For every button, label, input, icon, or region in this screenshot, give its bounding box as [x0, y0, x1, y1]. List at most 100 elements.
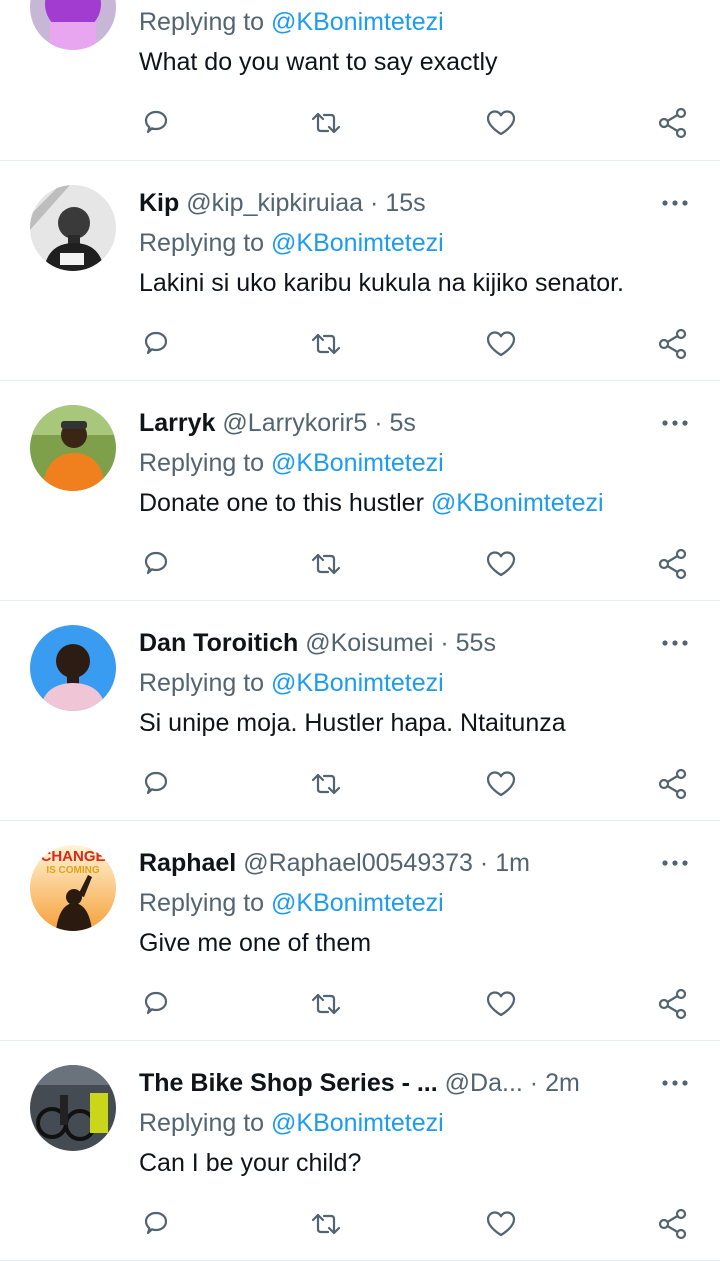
like-button[interactable] — [484, 547, 518, 581]
user-handle[interactable]: @Koisumei — [305, 629, 433, 657]
like-button[interactable] — [484, 106, 518, 140]
timestamp[interactable]: 55s — [456, 629, 496, 657]
share-icon — [658, 988, 687, 1020]
tweet-mention-link[interactable]: @KBonimtetezi — [431, 489, 604, 517]
share-button[interactable] — [656, 987, 690, 1021]
user-handle[interactable]: @kip_kipkiruiaa — [186, 189, 363, 217]
reply-mention-link[interactable]: @KBonimtetezi — [271, 229, 444, 257]
more-options-button[interactable] — [660, 853, 690, 873]
share-button[interactable] — [656, 547, 690, 581]
timestamp[interactable]: 5s — [390, 409, 416, 437]
avatar[interactable] — [30, 405, 116, 491]
user-handle[interactable]: @Larrykorir5 — [222, 409, 367, 437]
display-name[interactable]: Raphael — [139, 849, 236, 877]
timestamp[interactable]: 15s — [385, 189, 425, 217]
retweet-button[interactable] — [309, 987, 343, 1021]
reply-mention-link[interactable]: @KBonimtetezi — [271, 449, 444, 477]
reply-tweet[interactable]: Dan Toroitich @Koisumei · 55s Replying t… — [0, 601, 720, 821]
share-button[interactable] — [656, 327, 690, 361]
reply-tweet[interactable]: The Bike Shop Series - ... @Da... · 2m R… — [0, 1041, 720, 1261]
tweet-header: Larryk @Larrykorir5 · 5s — [139, 407, 639, 439]
avatar[interactable] — [30, 1065, 116, 1151]
more-icon — [662, 200, 688, 206]
tweet-actions — [139, 767, 699, 801]
reply-mention-link[interactable]: @KBonimtetezi — [271, 1109, 444, 1137]
heart-icon — [486, 1211, 516, 1237]
replying-to: Replying to @KBonimtetezi — [139, 887, 700, 919]
reply-button[interactable] — [139, 547, 173, 581]
tweet-text: Si unipe moja. Hustler hapa. Ntaitunza — [139, 707, 700, 739]
retweet-icon — [311, 112, 341, 134]
separator-dot: · — [374, 409, 383, 437]
timestamp[interactable]: 2m — [545, 1069, 580, 1097]
reply-tweet[interactable]: CHANGE IS COMING Raphael @Raphael00549373… — [0, 821, 720, 1041]
reply-button[interactable] — [139, 327, 173, 361]
more-icon — [662, 640, 688, 646]
separator-dot: · — [529, 1069, 539, 1097]
reply-mention-link[interactable]: @KBonimtetezi — [271, 669, 444, 697]
replying-label: Replying to — [139, 449, 265, 477]
tweet-body: Raphael @Raphael00549373 · 1m Replying t… — [139, 847, 700, 959]
like-button[interactable] — [484, 767, 518, 801]
share-button[interactable] — [656, 106, 690, 140]
tweet-body: Replying to @KBonimtetezi What do you wa… — [139, 0, 700, 78]
share-icon — [658, 768, 687, 800]
retweet-button[interactable] — [309, 327, 343, 361]
retweet-button[interactable] — [309, 106, 343, 140]
retweet-icon — [311, 773, 341, 795]
reply-icon — [144, 331, 168, 355]
tweet-header: Kip @kip_kipkiruiaa · 15s — [139, 187, 639, 219]
tweet-text-content: Lakini si uko karibu kukula na kijiko se… — [139, 269, 624, 297]
display-name[interactable]: Dan Toroitich — [139, 629, 298, 657]
avatar-text-bottom: IS COMING — [46, 865, 100, 876]
reply-icon — [144, 1211, 168, 1235]
reply-button[interactable] — [139, 106, 173, 140]
retweet-button[interactable] — [309, 767, 343, 801]
tweet-text-content: Donate one to this hustler — [139, 489, 431, 517]
reply-tweet[interactable]: Larryk @Larrykorir5 · 5s Replying to @KB… — [0, 381, 720, 601]
separator-dot: · — [479, 849, 489, 877]
more-options-button[interactable] — [660, 193, 690, 213]
user-handle[interactable]: @Raphael00549373 — [243, 849, 473, 877]
like-button[interactable] — [484, 987, 518, 1021]
more-options-button[interactable] — [660, 413, 690, 433]
tweet-body: Kip @kip_kipkiruiaa · 15s Replying to @K… — [139, 187, 700, 299]
avatar[interactable] — [30, 625, 116, 711]
share-button[interactable] — [656, 767, 690, 801]
share-button[interactable] — [656, 1207, 690, 1241]
reply-button[interactable] — [139, 767, 173, 801]
avatar[interactable] — [30, 185, 116, 271]
reply-icon — [144, 551, 168, 575]
retweet-icon — [311, 1213, 341, 1235]
tweet-actions — [139, 987, 699, 1021]
reply-tweet[interactable]: Kip @kip_kipkiruiaa · 15s Replying to @K… — [0, 161, 720, 381]
like-button[interactable] — [484, 1207, 518, 1241]
tweet-body: The Bike Shop Series - ... @Da... · 2m R… — [139, 1067, 700, 1179]
reply-button[interactable] — [139, 1207, 173, 1241]
timestamp[interactable]: 1m — [495, 849, 530, 877]
heart-icon — [486, 551, 516, 577]
reply-tweet[interactable]: Replying to @KBonimtetezi What do you wa… — [0, 0, 720, 161]
tweet-actions — [139, 547, 699, 581]
reply-mention-link[interactable]: @KBonimtetezi — [271, 889, 444, 917]
display-name[interactable]: Kip — [139, 189, 179, 217]
display-name[interactable]: The Bike Shop Series - ... — [139, 1069, 438, 1097]
replying-to: Replying to @KBonimtetezi — [139, 447, 700, 479]
retweet-button[interactable] — [309, 1207, 343, 1241]
more-options-button[interactable] — [660, 633, 690, 653]
user-handle[interactable]: @Da... — [445, 1069, 523, 1097]
retweet-icon — [311, 993, 341, 1015]
avatar[interactable]: CHANGE IS COMING — [30, 845, 116, 931]
like-button[interactable] — [484, 327, 518, 361]
avatar[interactable] — [30, 0, 116, 50]
reply-mention-link[interactable]: @KBonimtetezi — [271, 8, 444, 36]
retweet-icon — [311, 553, 341, 575]
reply-icon — [144, 991, 168, 1015]
more-options-button[interactable] — [660, 1073, 690, 1093]
reply-button[interactable] — [139, 987, 173, 1021]
tweet-actions — [139, 327, 699, 361]
tweet-header: Raphael @Raphael00549373 · 1m — [139, 847, 639, 879]
display-name[interactable]: Larryk — [139, 409, 215, 437]
tweet-text: Lakini si uko karibu kukula na kijiko se… — [139, 267, 700, 299]
retweet-button[interactable] — [309, 547, 343, 581]
